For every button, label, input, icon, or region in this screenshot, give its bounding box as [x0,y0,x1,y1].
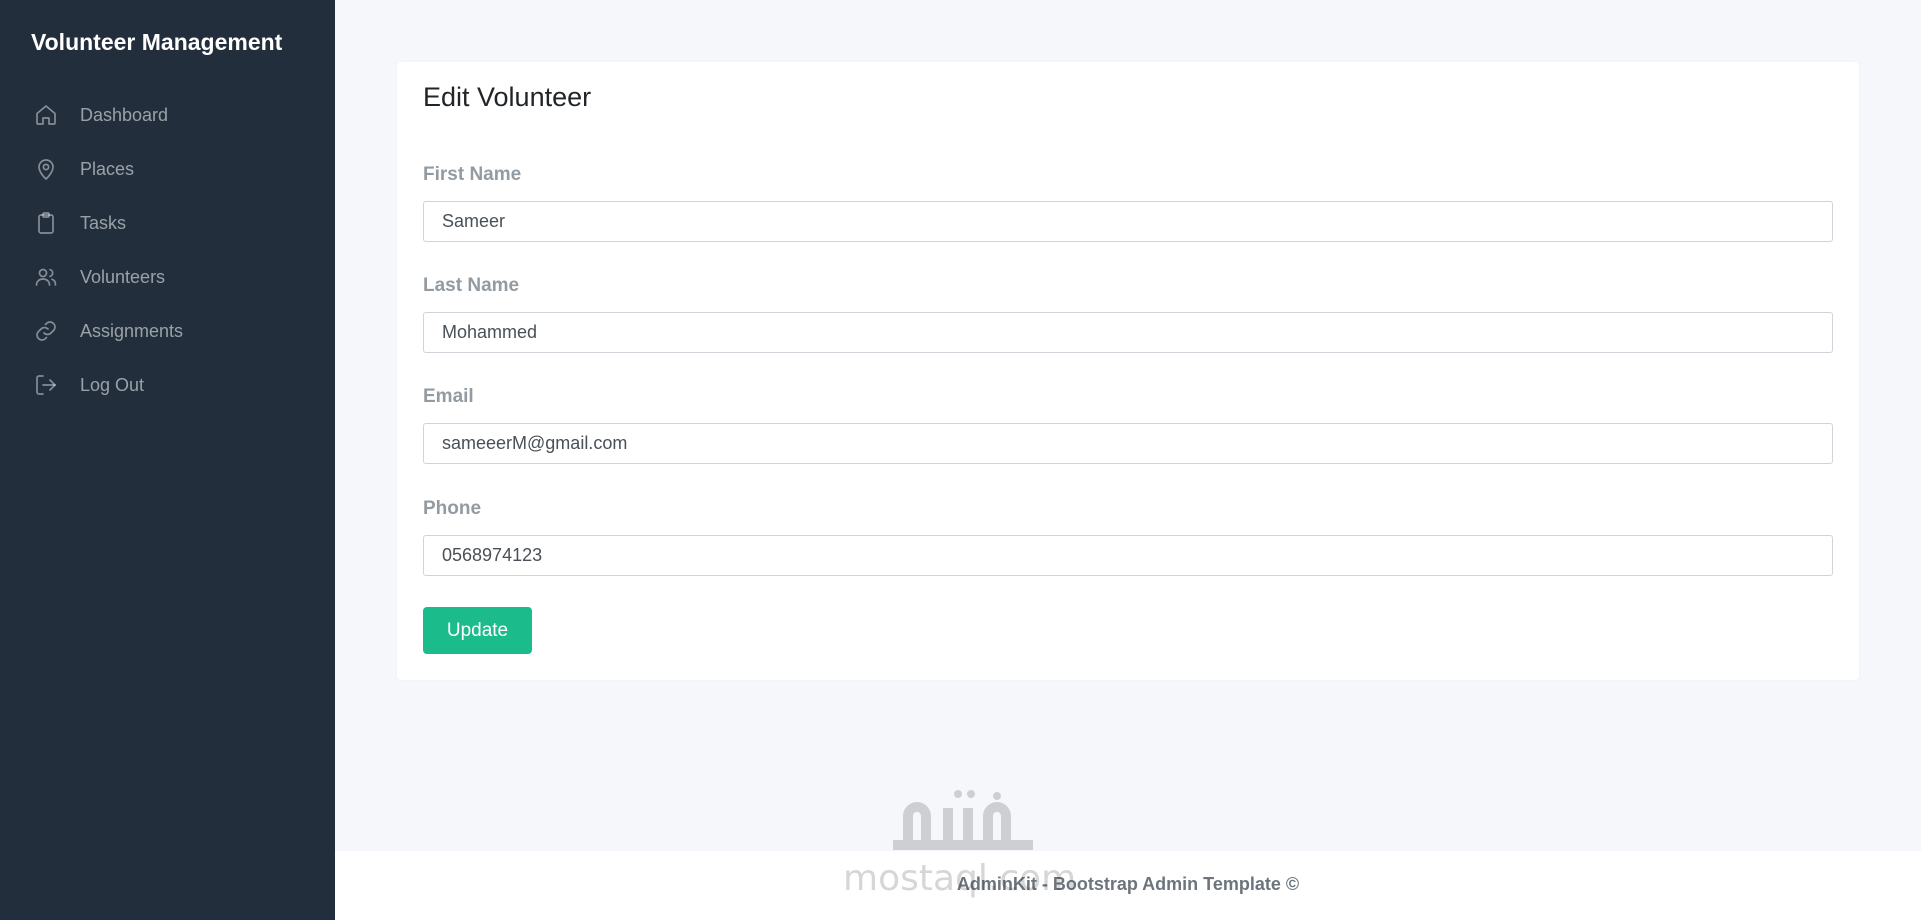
sidebar-item-label: Tasks [80,212,127,233]
sidebar-item-volunteers[interactable]: Volunteers [0,250,335,304]
email-field[interactable] [423,423,1833,464]
sidebar-item-label: Dashboard [80,104,169,125]
first-name-field[interactable] [423,201,1833,242]
footer-text[interactable]: AdminKit - Bootstrap Admin Template © [335,874,1921,895]
sidebar: Volunteer Management Dashboard Places Ta… [0,0,335,920]
sidebar-item-label: Places [80,158,135,179]
first-name-label: First Name [423,164,522,185]
sidebar-item-tasks[interactable]: Tasks [0,196,335,250]
last-name-label: Last Name [423,275,520,296]
users-icon [34,265,58,289]
sidebar-brand[interactable]: Volunteer Management [0,0,335,88]
edit-volunteer-card: Edit Volunteer First Name Last Name Emai… [397,62,1859,680]
sidebar-item-label: Log Out [80,374,145,395]
sidebar-item-log-out[interactable]: Log Out [0,358,335,412]
last-name-field[interactable] [423,312,1833,353]
sidebar-item-places[interactable]: Places [0,142,335,196]
map-pin-icon [34,157,58,181]
sidebar-item-dashboard[interactable]: Dashboard [0,88,335,142]
clipboard-icon [34,211,58,235]
phone-field[interactable] [423,535,1833,576]
sidebar-nav: Dashboard Places Tasks Volunteers Assign… [0,88,335,412]
home-icon [34,103,58,127]
sidebar-item-assignments[interactable]: Assignments [0,304,335,358]
log-out-icon [34,373,58,397]
page-title: Edit Volunteer [423,82,592,112]
sidebar-item-label: Assignments [80,320,184,341]
footer: AdminKit - Bootstrap Admin Template © [335,851,1921,920]
link-icon [34,319,58,343]
watermark-logo-icon [893,790,1033,850]
main-content: Edit Volunteer First Name Last Name Emai… [335,0,1921,920]
sidebar-item-label: Volunteers [80,266,166,287]
update-button[interactable]: Update [423,607,532,654]
phone-label: Phone [423,498,482,519]
email-label: Email [423,386,474,407]
